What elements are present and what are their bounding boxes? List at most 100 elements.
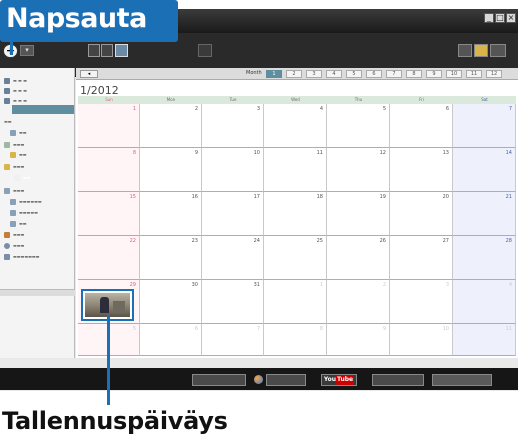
tree-item-camera-2[interactable]: ▬ ▬ ▬ (4, 86, 27, 95)
minimize-icon[interactable]: _ (484, 13, 494, 23)
share-button[interactable] (266, 374, 306, 386)
month-button[interactable]: 3 (306, 70, 322, 78)
settings-icon[interactable] (490, 44, 506, 57)
import-dropdown-icon[interactable]: ▾ (20, 45, 34, 56)
tree-item-camera-1[interactable]: ▬ ▬ ▬ (4, 76, 27, 85)
calendar-day-cell[interactable]: 10 (202, 148, 264, 192)
tree-item-event-3[interactable]: ▬▬ (10, 219, 27, 228)
save-to-pc-button[interactable] (432, 374, 492, 386)
list-view-button[interactable] (88, 44, 100, 57)
tree-item-library[interactable]: ▬▬ (4, 117, 12, 126)
month-button[interactable]: 11 (466, 70, 482, 78)
month-button[interactable]: 2 (286, 70, 302, 78)
tree-item-calendar[interactable]: ▬▬▬ (4, 140, 24, 149)
tree-item-disc[interactable]: ▬▬▬ (4, 241, 24, 250)
month-button[interactable]: 4 (326, 70, 342, 78)
calendar-day-cell[interactable]: 6 (390, 104, 453, 148)
calendar-day-cell[interactable]: 21 (453, 192, 516, 236)
tree-item-month-selected[interactable]: ▬▬ (14, 173, 31, 182)
play-button[interactable] (198, 44, 212, 57)
calendar-day-cell[interactable]: 3 (202, 104, 264, 148)
day-number: 8 (132, 150, 136, 156)
calendar-day-cell[interactable]: 13 (390, 148, 453, 192)
month-button[interactable]: 10 (446, 70, 462, 78)
left-pane-scrollbar[interactable] (0, 289, 75, 296)
grid-view-button[interactable] (101, 44, 113, 57)
tree-item-event-2[interactable]: ▬▬▬▬▬ (10, 208, 38, 217)
calendar-day-cell[interactable]: 28 (453, 236, 516, 280)
day-number: 16 (191, 194, 198, 200)
tree-item-month-group[interactable]: ▬▬▬ (4, 162, 24, 171)
tree-item-all[interactable]: ▬▬ (10, 128, 27, 137)
thumbnail-image (85, 293, 130, 317)
tree-item-edited[interactable]: ▬▬▬ (4, 230, 24, 239)
close-icon[interactable]: × (506, 13, 516, 23)
calendar-day-cell[interactable]: 25 (264, 236, 327, 280)
day-number: 7 (508, 106, 512, 112)
calendar-day-cell[interactable]: 1 (264, 280, 327, 324)
calendar-day-cell[interactable]: 18 (264, 192, 327, 236)
folder-icon (14, 175, 20, 181)
calendar-day-cell[interactable]: 3 (390, 280, 453, 324)
maximize-icon[interactable]: □ (495, 13, 505, 23)
calendar-day-cell[interactable]: 26 (327, 236, 390, 280)
month-button[interactable]: 1 (266, 70, 282, 78)
calendar-day-cell[interactable]: 4 (264, 104, 327, 148)
month-button[interactable]: 9 (426, 70, 442, 78)
calendar-day-cell[interactable]: 16 (140, 192, 202, 236)
calendar-view-button[interactable] (115, 44, 128, 57)
calendar-day-cell[interactable]: 30 (140, 280, 202, 324)
calendar-day-cell[interactable]: 8 (78, 148, 140, 192)
calendar-day-cell[interactable]: 23 (140, 236, 202, 280)
camera-icon (4, 78, 10, 84)
tree-item-year[interactable]: ▬▬ (10, 150, 27, 159)
calendar-day-cell[interactable]: 5 (327, 104, 390, 148)
calendar-day-cell[interactable]: 2 (140, 104, 202, 148)
month-button[interactable]: 5 (346, 70, 362, 78)
calendar-day-cell[interactable]: 27 (390, 236, 453, 280)
calendar-day-cell[interactable]: 24 (202, 236, 264, 280)
calendar-day-cell[interactable]: 10 (390, 324, 453, 356)
create-disc-button[interactable] (192, 374, 246, 386)
tree-item-event-1[interactable]: ▬▬▬▬▬▬ (10, 197, 42, 206)
day-number: 3 (445, 282, 449, 288)
month-button[interactable]: 8 (406, 70, 422, 78)
calendar-day-cell[interactable]: 4 (453, 280, 516, 324)
calendar-day-cell[interactable]: 7 (202, 324, 264, 356)
month-label: Month (246, 70, 262, 76)
export-button[interactable] (372, 374, 424, 386)
folder-icon[interactable] (474, 44, 488, 57)
calendar-day-cell[interactable]: 12 (327, 148, 390, 192)
month-button[interactable]: 12 (486, 70, 502, 78)
calendar-day-cell[interactable]: 11 (453, 324, 516, 356)
calendar-day-cell[interactable]: 7 (453, 104, 516, 148)
tree-item-events[interactable]: ▬▬▬ (4, 186, 24, 195)
info-icon[interactable] (458, 44, 472, 57)
calendar-day-cell[interactable]: 17 (202, 192, 264, 236)
calendar-day-cell[interactable]: 14 (453, 148, 516, 192)
calendar-day-cell[interactable]: 20 (390, 192, 453, 236)
calendar-day-cell[interactable]: 1 (78, 104, 140, 148)
calendar-day-cell[interactable]: 8 (264, 324, 327, 356)
folder-icon (4, 164, 10, 170)
youtube-upload-button[interactable]: YouTube (321, 374, 357, 386)
month-button[interactable]: 6 (366, 70, 382, 78)
calendar-day-cell[interactable]: 22 (78, 236, 140, 280)
tree-item-upload[interactable]: ▬▬▬▬▬▬▬ (4, 252, 39, 261)
disc-icon (4, 243, 10, 249)
calendar-day-cell[interactable]: 9 (140, 148, 202, 192)
calendar-day-cell[interactable]: 2 (327, 280, 390, 324)
calendar-day-cell[interactable]: 6 (140, 324, 202, 356)
calendar-day-cell[interactable]: 19 (327, 192, 390, 236)
calendar-day-cell[interactable]: 11 (264, 148, 327, 192)
calendar-day-cell[interactable]: 9 (327, 324, 390, 356)
day-number: 17 (253, 194, 260, 200)
tree-item-camera-3[interactable]: ▬ ▬ ▬ (4, 96, 27, 105)
calendar-day-cell[interactable]: 15 (78, 192, 140, 236)
month-button[interactable]: 7 (386, 70, 402, 78)
calendar-day-cell[interactable]: 31 (202, 280, 264, 324)
back-button[interactable]: ◂ (80, 70, 98, 78)
thumbnail-figure (100, 297, 109, 313)
day-number: 25 (316, 238, 323, 244)
thumbnail-object (113, 301, 125, 313)
